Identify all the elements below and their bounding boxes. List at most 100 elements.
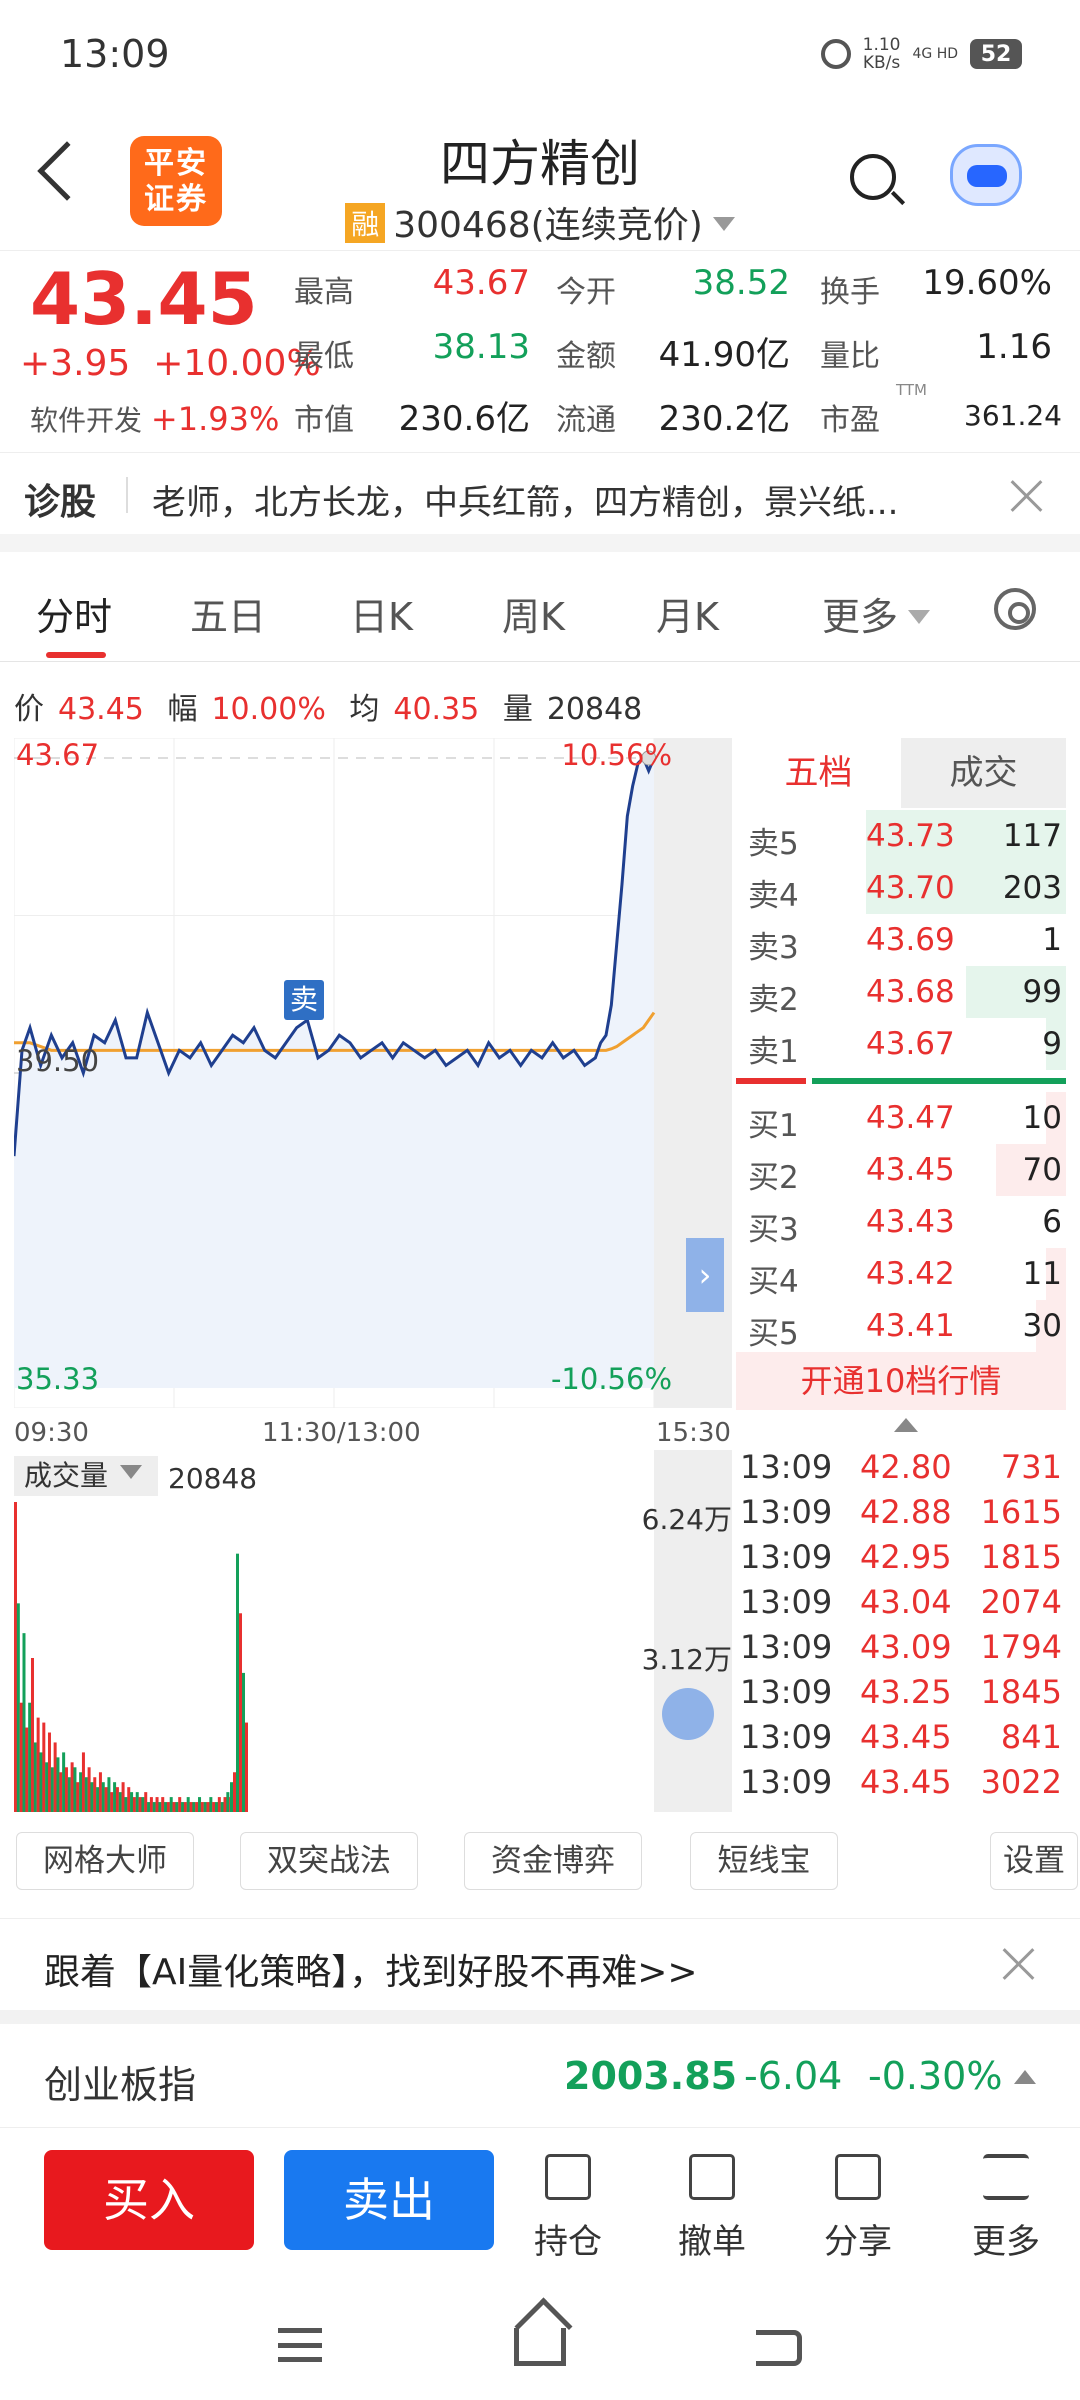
trade-row: 13:09 43.45 3022 bbox=[736, 1759, 1066, 1804]
order-level-label: 卖2 bbox=[748, 982, 799, 1018]
settings-gear-icon[interactable] bbox=[994, 588, 1036, 630]
stock-name: 四方精创 bbox=[440, 135, 640, 193]
volume-bar bbox=[236, 1553, 239, 1812]
tools-settings-button[interactable]: 设置 bbox=[990, 1832, 1078, 1890]
volume-bar bbox=[16, 1603, 20, 1812]
trade-row: 13:09 42.80 731 bbox=[736, 1444, 1066, 1489]
status-bar: 13:09 1.10 KB/s 4G HD 52 bbox=[0, 0, 1080, 110]
tab-trades[interactable]: 成交 bbox=[901, 738, 1066, 808]
volume-bar bbox=[70, 1762, 74, 1812]
volume-bar bbox=[84, 1777, 88, 1812]
short-term-button[interactable]: 短线宝 bbox=[690, 1832, 838, 1890]
ai-assistant-icon[interactable] bbox=[950, 144, 1022, 206]
volume-bar bbox=[110, 1792, 114, 1812]
stock-code-line[interactable]: 融 300468(连续竞价) bbox=[0, 196, 1080, 248]
volume-bar bbox=[141, 1797, 145, 1812]
share-button[interactable]: 分享 bbox=[808, 2154, 908, 2263]
volume-bar bbox=[59, 1772, 63, 1812]
volume-bar bbox=[135, 1792, 139, 1812]
position-label: 持仓 bbox=[534, 2222, 602, 2262]
tab-monthly-k[interactable]: 月K bbox=[656, 586, 719, 641]
price-label: 价 bbox=[14, 692, 44, 727]
share-label: 分享 bbox=[824, 2222, 892, 2262]
tab-five-day[interactable]: 五日 bbox=[190, 586, 266, 641]
index-pct: -0.30% bbox=[868, 2054, 1003, 2098]
scroll-up-icon[interactable] bbox=[894, 1418, 918, 1432]
cancel-order-button[interactable]: 撤单 bbox=[662, 2154, 762, 2263]
volume-bar bbox=[56, 1757, 60, 1812]
intraday-chart-svg[interactable] bbox=[12, 737, 732, 1409]
tab-more[interactable]: 更多 bbox=[822, 586, 931, 641]
diagnosis-bar[interactable]: 诊股 老师，北方长龙，中兵红箭，四方精创，景兴纸... bbox=[0, 452, 1080, 534]
chevron-right-icon[interactable]: › bbox=[686, 1238, 724, 1312]
intraday-chart[interactable]: 43.67 39.50 35.33 10.56% -10.56% 卖 › bbox=[12, 737, 732, 1409]
volume-bar bbox=[118, 1792, 122, 1812]
caret-down-icon bbox=[712, 217, 735, 231]
float-cap-label: 流通 bbox=[556, 403, 616, 438]
net-speed-value: 1.10 bbox=[862, 35, 901, 55]
caret-down-icon bbox=[120, 1465, 143, 1479]
promo-banner[interactable]: 跟着【AI量化策略】，找到好股不再难>> bbox=[0, 1918, 1080, 2010]
tab-intraday[interactable]: 分时 bbox=[36, 586, 112, 641]
order-level-label: 买2 bbox=[748, 1160, 799, 1196]
volume-bar bbox=[104, 1787, 108, 1812]
pe-ttm-superscript: TTM bbox=[896, 381, 928, 399]
tab-five-levels[interactable]: 五档 bbox=[736, 738, 901, 808]
volume-bar bbox=[144, 1792, 148, 1812]
order-book-row: 买5 43.41 30 bbox=[736, 1300, 1066, 1352]
volume-bar bbox=[166, 1802, 170, 1812]
trade-price: 43.04 bbox=[860, 1583, 952, 1621]
volume-bar bbox=[76, 1782, 80, 1812]
caret-up-icon[interactable] bbox=[1014, 2070, 1036, 2084]
order-level-label: 买5 bbox=[748, 1316, 799, 1352]
volume-bar bbox=[223, 1797, 227, 1812]
volume-chart[interactable]: 成交量 20848 6.24万 3.12万 bbox=[14, 1450, 732, 1812]
order-level-price: 43.42 bbox=[866, 1256, 955, 1292]
trade-volume: 1845 bbox=[980, 1673, 1062, 1711]
buy-button[interactable]: 买入 bbox=[44, 2150, 254, 2250]
menu-icon[interactable] bbox=[278, 2328, 322, 2362]
volume-bar bbox=[220, 1802, 224, 1812]
order-book-row: 卖5 43.73 117 bbox=[736, 810, 1066, 862]
grid-master-button[interactable]: 网格大师 bbox=[16, 1832, 194, 1890]
volume-bar bbox=[158, 1802, 162, 1812]
home-icon[interactable] bbox=[514, 2328, 566, 2366]
tab-weekly-k[interactable]: 周K bbox=[502, 586, 565, 641]
more-button[interactable]: 更多 bbox=[956, 2154, 1056, 2263]
fund-game-button[interactable]: 资金博弈 bbox=[464, 1832, 642, 1890]
volume-bar bbox=[36, 1717, 40, 1812]
position-button[interactable]: 持仓 bbox=[518, 2154, 618, 2263]
search-icon[interactable] bbox=[850, 154, 896, 200]
double-breakout-button[interactable]: 双突战法 bbox=[240, 1832, 418, 1890]
volume-indicator-select[interactable]: 成交量 bbox=[14, 1456, 158, 1496]
turnover-label: 换手 bbox=[820, 275, 880, 310]
volume-bar bbox=[172, 1802, 176, 1812]
trade-row: 13:09 42.88 1615 bbox=[736, 1489, 1066, 1534]
trade-row: 13:09 43.09 1794 bbox=[736, 1624, 1066, 1669]
y-tick-high-pct: 10.56% bbox=[561, 738, 672, 772]
trade-volume: 1615 bbox=[980, 1493, 1062, 1531]
sector-info[interactable]: 软件开发 +1.93% bbox=[30, 399, 279, 439]
order-level-label: 买1 bbox=[748, 1108, 799, 1144]
volume-bar bbox=[121, 1782, 125, 1812]
volume-bar bbox=[132, 1797, 136, 1812]
fullscreen-icon[interactable] bbox=[662, 1688, 714, 1740]
high-value: 43.67 bbox=[432, 263, 530, 303]
order-level-price: 43.41 bbox=[866, 1308, 955, 1344]
y-tick-low-pct: -10.56% bbox=[550, 1362, 672, 1396]
tab-daily-k[interactable]: 日K bbox=[350, 586, 413, 641]
back-nav-icon[interactable] bbox=[756, 2330, 802, 2366]
order-level-price: 43.69 bbox=[866, 922, 955, 958]
list-icon bbox=[983, 2154, 1029, 2200]
volume-bar bbox=[192, 1802, 196, 1812]
quote-panel: 43.45 +3.95 +10.00% 软件开发 +1.93% 最高 43.67… bbox=[0, 250, 1080, 450]
volume-bar bbox=[81, 1752, 85, 1812]
open-ten-level-button[interactable]: 开通10档行情 bbox=[736, 1352, 1066, 1410]
sell-button[interactable]: 卖出 bbox=[284, 2150, 494, 2250]
close-icon[interactable] bbox=[1010, 479, 1044, 513]
index-ticker[interactable]: 创业板指 2003.85 -6.04 -0.30% bbox=[0, 2024, 1080, 2128]
order-book-row: 卖2 43.68 99 bbox=[736, 966, 1066, 1018]
volume-bar bbox=[149, 1797, 153, 1812]
sell-marker[interactable]: 卖 bbox=[284, 980, 324, 1020]
close-icon[interactable] bbox=[1002, 1947, 1036, 1981]
